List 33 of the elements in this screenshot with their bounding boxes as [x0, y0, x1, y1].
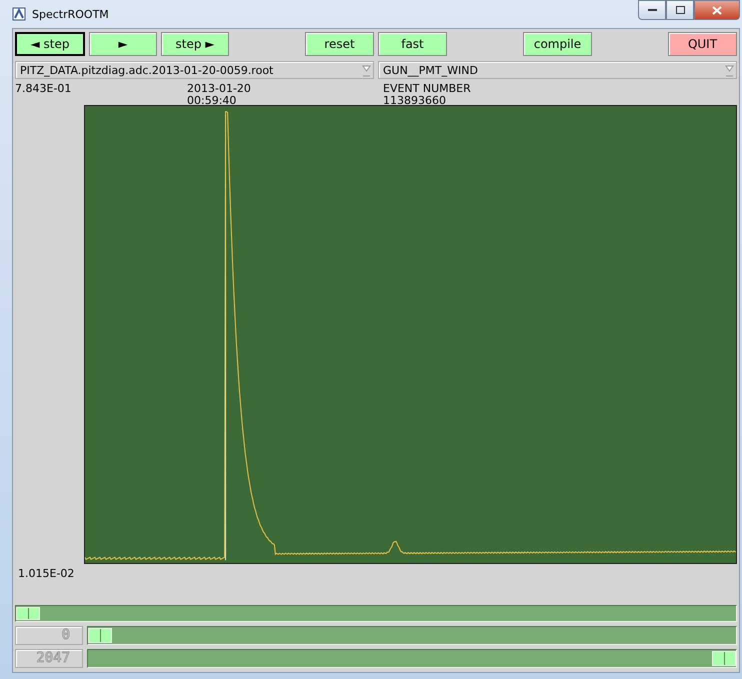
toolbar-button[interactable]: reset: [305, 32, 374, 56]
toolbar-button[interactable]: ►: [89, 32, 157, 56]
maximize-icon: [676, 6, 684, 14]
event-label: EVENT NUMBER: [383, 83, 472, 95]
slider-thumb[interactable]: [16, 607, 40, 620]
slider-track[interactable]: [87, 626, 737, 645]
toolbar-button[interactable]: ◄ step: [15, 32, 85, 56]
event-number: 113893660: [383, 95, 447, 107]
time-label: 00:59:40: [187, 95, 238, 107]
slider-track[interactable]: [87, 649, 737, 668]
minimize-icon: [648, 8, 656, 12]
minimize-button[interactable]: [638, 0, 666, 20]
close-icon: [712, 6, 722, 14]
maximize-button[interactable]: [666, 0, 694, 20]
toolbar-button[interactable]: step ►: [161, 32, 229, 56]
caret-icon: [725, 64, 734, 76]
range-value: 2047: [15, 649, 83, 668]
slider-track[interactable]: [15, 605, 737, 622]
slider-thumb[interactable]: [712, 651, 736, 666]
file-dropdown[interactable]: PITZ_DATA.pitzdiag.adc.2013-01-20-0059.root: [15, 61, 374, 79]
toolbar-button[interactable]: QUIT: [668, 32, 737, 56]
slider-thumb[interactable]: [88, 628, 112, 643]
channel-dropdown[interactable]: GUN__PMT_WIND: [378, 61, 737, 79]
window-title: SpectrROOTM: [32, 8, 110, 20]
range-value: 0: [15, 626, 83, 645]
y-min-label: 1.015E-02: [18, 567, 76, 580]
close-button[interactable]: [694, 0, 740, 20]
caret-icon: [362, 64, 371, 76]
toolbar-button[interactable]: fast: [378, 32, 447, 56]
date-label: 2013-01-20: [187, 83, 252, 95]
y-max-label: 7.843E-01: [15, 83, 72, 97]
app-icon: [12, 7, 26, 21]
toolbar-button[interactable]: compile: [523, 32, 592, 56]
